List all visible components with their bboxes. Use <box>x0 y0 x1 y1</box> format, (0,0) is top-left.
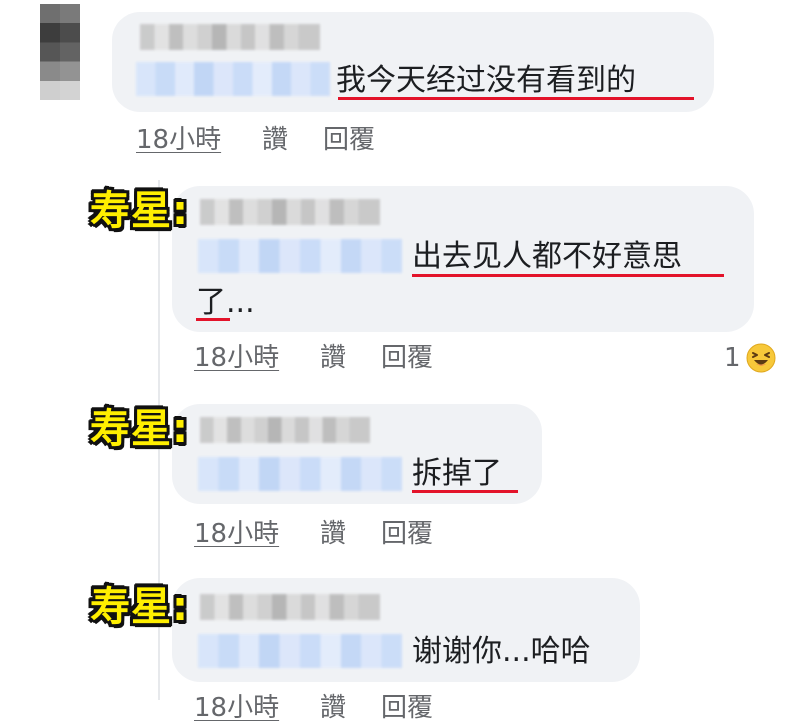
birthday-person-label: 寿星: <box>90 584 189 630</box>
blurred-mention[interactable] <box>198 457 402 491</box>
comment-text-1: 我今天经过没有看到的 <box>336 63 636 98</box>
like-button-2[interactable]: 讚 <box>320 342 346 374</box>
blurred-mention[interactable] <box>198 239 402 273</box>
birthday-person-label: 寿星: <box>90 406 189 452</box>
blurred-mention[interactable] <box>136 62 330 96</box>
comment-text-2-line-2: 了... <box>196 285 255 320</box>
blurred-commenter-name[interactable] <box>140 24 320 50</box>
comment-time-2[interactable]: 18小時 <box>194 342 279 374</box>
reply-button-4[interactable]: 回覆 <box>381 692 433 724</box>
comment-text-3: 拆掉了 <box>412 456 502 491</box>
blurred-commenter-name[interactable] <box>200 594 380 620</box>
commenter-avatar[interactable] <box>40 4 80 100</box>
blurred-commenter-name[interactable] <box>200 199 380 225</box>
comment-time-1[interactable]: 18小時 <box>136 124 221 156</box>
comment-text-2-line-1: 出去见人都不好意思 <box>412 239 682 274</box>
reply-button-2[interactable]: 回覆 <box>381 342 433 374</box>
comment-time-3[interactable]: 18小時 <box>194 518 279 550</box>
highlight-underline-2b <box>196 318 230 321</box>
blurred-commenter-name[interactable] <box>200 417 370 443</box>
comment-text-4: 谢谢你...哈哈 <box>412 634 591 669</box>
laughing-emoji-icon[interactable] <box>746 343 776 373</box>
birthday-person-label: 寿星: <box>90 188 189 234</box>
comment-time-4[interactable]: 18小時 <box>194 692 279 724</box>
highlight-underline-3 <box>412 490 518 493</box>
highlight-underline-1 <box>338 97 694 100</box>
highlight-underline-2a <box>412 274 724 277</box>
reaction-count[interactable]: 1 <box>724 342 741 374</box>
reply-button-3[interactable]: 回覆 <box>381 518 433 550</box>
like-button-3[interactable]: 讚 <box>320 518 346 550</box>
reply-button-1[interactable]: 回覆 <box>323 124 375 156</box>
blurred-mention[interactable] <box>198 634 402 668</box>
like-button-4[interactable]: 讚 <box>320 692 346 724</box>
like-button-1[interactable]: 讚 <box>262 124 288 156</box>
